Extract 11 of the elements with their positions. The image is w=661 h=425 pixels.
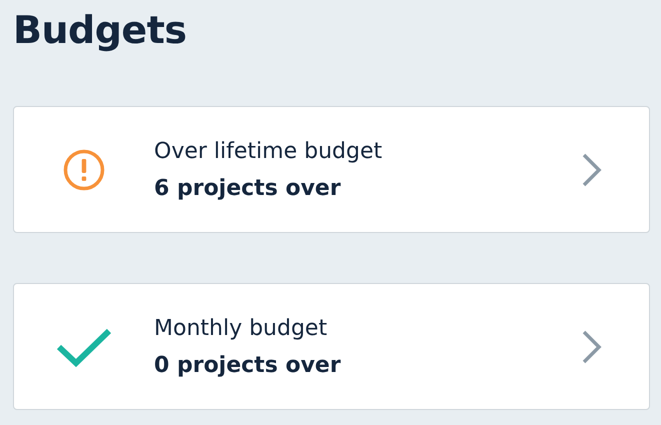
budget-summary: 6 projects over bbox=[154, 176, 342, 200]
checkmark-icon bbox=[56, 326, 112, 366]
budget-summary: 0 projects over bbox=[154, 352, 342, 378]
budget-card[interactable]: Monthly budget 0 projects over bbox=[13, 283, 650, 410]
page-title: Budgets bbox=[13, 7, 188, 54]
warning-icon bbox=[63, 148, 105, 190]
chevron-right-icon bbox=[581, 152, 603, 188]
budget-label: Over lifetime budget bbox=[154, 138, 384, 164]
budget-card[interactable]: Over lifetime budget 6 projects over bbox=[13, 106, 650, 233]
budget-label: Monthly budget bbox=[154, 316, 328, 340]
chevron-right-icon bbox=[581, 328, 603, 364]
